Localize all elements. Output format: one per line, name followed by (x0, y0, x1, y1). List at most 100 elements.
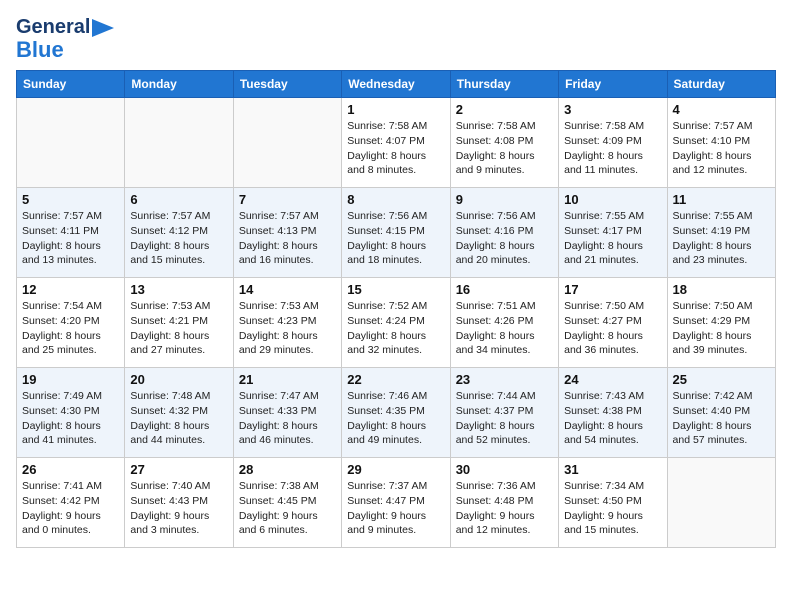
calendar-cell: 15 Sunrise: 7:52 AMSunset: 4:24 PMDayligh… (342, 278, 450, 368)
day-number: 30 (456, 462, 553, 477)
calendar-cell: 29 Sunrise: 7:37 AMSunset: 4:47 PMDayligh… (342, 458, 450, 548)
calendar-cell: 7 Sunrise: 7:57 AMSunset: 4:13 PMDaylight… (233, 188, 341, 278)
calendar-cell: 14 Sunrise: 7:53 AMSunset: 4:23 PMDayligh… (233, 278, 341, 368)
calendar-cell: 23 Sunrise: 7:44 AMSunset: 4:37 PMDayligh… (450, 368, 558, 458)
column-header-thursday: Thursday (450, 71, 558, 98)
day-number: 26 (22, 462, 119, 477)
calendar-cell: 16Sunrise: 7:51 AMSunset: 4:26 PMDayligh… (450, 278, 558, 368)
day-info: Sunrise: 7:53 AMSunset: 4:23 PMDaylight:… (239, 299, 336, 358)
day-number: 15 (347, 282, 444, 297)
column-header-wednesday: Wednesday (342, 71, 450, 98)
day-number: 6 (130, 192, 227, 207)
calendar-cell: 19Sunrise: 7:49 AMSunset: 4:30 PMDayligh… (17, 368, 125, 458)
day-info: Sunrise: 7:41 AMSunset: 4:42 PMDaylight:… (22, 479, 119, 538)
day-number: 21 (239, 372, 336, 387)
calendar-cell: 6 Sunrise: 7:57 AMSunset: 4:12 PMDaylight… (125, 188, 233, 278)
calendar-cell: 2 Sunrise: 7:58 AMSunset: 4:08 PMDaylight… (450, 98, 558, 188)
calendar-cell (17, 98, 125, 188)
day-number: 14 (239, 282, 336, 297)
day-info: Sunrise: 7:43 AMSunset: 4:38 PMDaylight:… (564, 389, 661, 448)
day-info: Sunrise: 7:36 AMSunset: 4:48 PMDaylight:… (456, 479, 553, 538)
day-info: Sunrise: 7:37 AMSunset: 4:47 PMDaylight:… (347, 479, 444, 538)
calendar-cell: 28 Sunrise: 7:38 AMSunset: 4:45 PMDayligh… (233, 458, 341, 548)
day-number: 1 (347, 102, 444, 117)
day-info: Sunrise: 7:34 AMSunset: 4:50 PMDaylight:… (564, 479, 661, 538)
logo-blue-text: Blue (16, 37, 64, 62)
day-number: 24 (564, 372, 661, 387)
calendar-cell (667, 458, 775, 548)
day-number: 23 (456, 372, 553, 387)
logo-icon (92, 19, 114, 37)
day-info: Sunrise: 7:42 AMSunset: 4:40 PMDaylight:… (673, 389, 770, 448)
day-number: 29 (347, 462, 444, 477)
day-info: Sunrise: 7:48 AMSunset: 4:32 PMDaylight:… (130, 389, 227, 448)
calendar-week-row: 5 Sunrise: 7:57 AMSunset: 4:11 PMDaylight… (17, 188, 776, 278)
calendar-cell: 26 Sunrise: 7:41 AMSunset: 4:42 PMDayligh… (17, 458, 125, 548)
calendar-cell: 4Sunrise: 7:57 AMSunset: 4:10 PMDaylight… (667, 98, 775, 188)
day-info: Sunrise: 7:56 AMSunset: 4:16 PMDaylight:… (456, 209, 553, 268)
day-number: 9 (456, 192, 553, 207)
day-number: 17 (564, 282, 661, 297)
day-info: Sunrise: 7:38 AMSunset: 4:45 PMDaylight:… (239, 479, 336, 538)
calendar-cell: 25 Sunrise: 7:42 AMSunset: 4:40 PMDayligh… (667, 368, 775, 458)
day-info: Sunrise: 7:51 AMSunset: 4:26 PMDaylight:… (456, 299, 553, 358)
calendar-cell: 12Sunrise: 7:54 AMSunset: 4:20 PMDayligh… (17, 278, 125, 368)
calendar-cell: 22 Sunrise: 7:46 AMSunset: 4:35 PMDayligh… (342, 368, 450, 458)
day-number: 12 (22, 282, 119, 297)
day-info: Sunrise: 7:52 AMSunset: 4:24 PMDaylight:… (347, 299, 444, 358)
day-number: 13 (130, 282, 227, 297)
column-header-sunday: Sunday (17, 71, 125, 98)
calendar-cell: 17 Sunrise: 7:50 AMSunset: 4:27 PMDayligh… (559, 278, 667, 368)
day-number: 2 (456, 102, 553, 117)
calendar-cell: 24 Sunrise: 7:43 AMSunset: 4:38 PMDayligh… (559, 368, 667, 458)
day-info: Sunrise: 7:58 AMSunset: 4:09 PMDaylight:… (564, 119, 661, 178)
day-info: Sunrise: 7:40 AMSunset: 4:43 PMDaylight:… (130, 479, 227, 538)
calendar-cell: 10Sunrise: 7:55 AMSunset: 4:17 PMDayligh… (559, 188, 667, 278)
day-info: Sunrise: 7:57 AMSunset: 4:12 PMDaylight:… (130, 209, 227, 268)
logo-text: General (16, 16, 114, 38)
calendar-cell (233, 98, 341, 188)
calendar-cell (125, 98, 233, 188)
calendar-cell: 13 Sunrise: 7:53 AMSunset: 4:21 PMDayligh… (125, 278, 233, 368)
page-header: General Blue (16, 16, 776, 62)
calendar-cell: 1 Sunrise: 7:58 AMSunset: 4:07 PMDaylight… (342, 98, 450, 188)
day-number: 25 (673, 372, 770, 387)
day-info: Sunrise: 7:53 AMSunset: 4:21 PMDaylight:… (130, 299, 227, 358)
calendar-cell: 21 Sunrise: 7:47 AMSunset: 4:33 PMDayligh… (233, 368, 341, 458)
calendar-cell: 5 Sunrise: 7:57 AMSunset: 4:11 PMDaylight… (17, 188, 125, 278)
day-info: Sunrise: 7:58 AMSunset: 4:07 PMDaylight:… (347, 119, 444, 178)
day-info: Sunrise: 7:44 AMSunset: 4:37 PMDaylight:… (456, 389, 553, 448)
calendar-week-row: 1 Sunrise: 7:58 AMSunset: 4:07 PMDaylight… (17, 98, 776, 188)
calendar-cell: 3 Sunrise: 7:58 AMSunset: 4:09 PMDaylight… (559, 98, 667, 188)
day-number: 3 (564, 102, 661, 117)
day-number: 8 (347, 192, 444, 207)
calendar-cell: 11Sunrise: 7:55 AMSunset: 4:19 PMDayligh… (667, 188, 775, 278)
day-info: Sunrise: 7:46 AMSunset: 4:35 PMDaylight:… (347, 389, 444, 448)
day-number: 31 (564, 462, 661, 477)
day-number: 18 (673, 282, 770, 297)
calendar-week-row: 12Sunrise: 7:54 AMSunset: 4:20 PMDayligh… (17, 278, 776, 368)
calendar-cell: 27 Sunrise: 7:40 AMSunset: 4:43 PMDayligh… (125, 458, 233, 548)
day-number: 27 (130, 462, 227, 477)
day-info: Sunrise: 7:57 AMSunset: 4:13 PMDaylight:… (239, 209, 336, 268)
day-info: Sunrise: 7:50 AMSunset: 4:27 PMDaylight:… (564, 299, 661, 358)
logo: General Blue (16, 16, 114, 62)
day-info: Sunrise: 7:47 AMSunset: 4:33 PMDaylight:… (239, 389, 336, 448)
day-number: 20 (130, 372, 227, 387)
column-header-monday: Monday (125, 71, 233, 98)
day-number: 28 (239, 462, 336, 477)
day-info: Sunrise: 7:50 AMSunset: 4:29 PMDaylight:… (673, 299, 770, 358)
day-number: 22 (347, 372, 444, 387)
day-info: Sunrise: 7:55 AMSunset: 4:17 PMDaylight:… (564, 209, 661, 268)
calendar-cell: 9 Sunrise: 7:56 AMSunset: 4:16 PMDaylight… (450, 188, 558, 278)
calendar-cell: 20 Sunrise: 7:48 AMSunset: 4:32 PMDayligh… (125, 368, 233, 458)
day-info: Sunrise: 7:58 AMSunset: 4:08 PMDaylight:… (456, 119, 553, 178)
day-info: Sunrise: 7:49 AMSunset: 4:30 PMDaylight:… (22, 389, 119, 448)
column-header-tuesday: Tuesday (233, 71, 341, 98)
day-number: 5 (22, 192, 119, 207)
column-header-friday: Friday (559, 71, 667, 98)
day-info: Sunrise: 7:57 AMSunset: 4:11 PMDaylight:… (22, 209, 119, 268)
calendar-cell: 30 Sunrise: 7:36 AMSunset: 4:48 PMDayligh… (450, 458, 558, 548)
day-number: 7 (239, 192, 336, 207)
day-number: 11 (673, 192, 770, 207)
